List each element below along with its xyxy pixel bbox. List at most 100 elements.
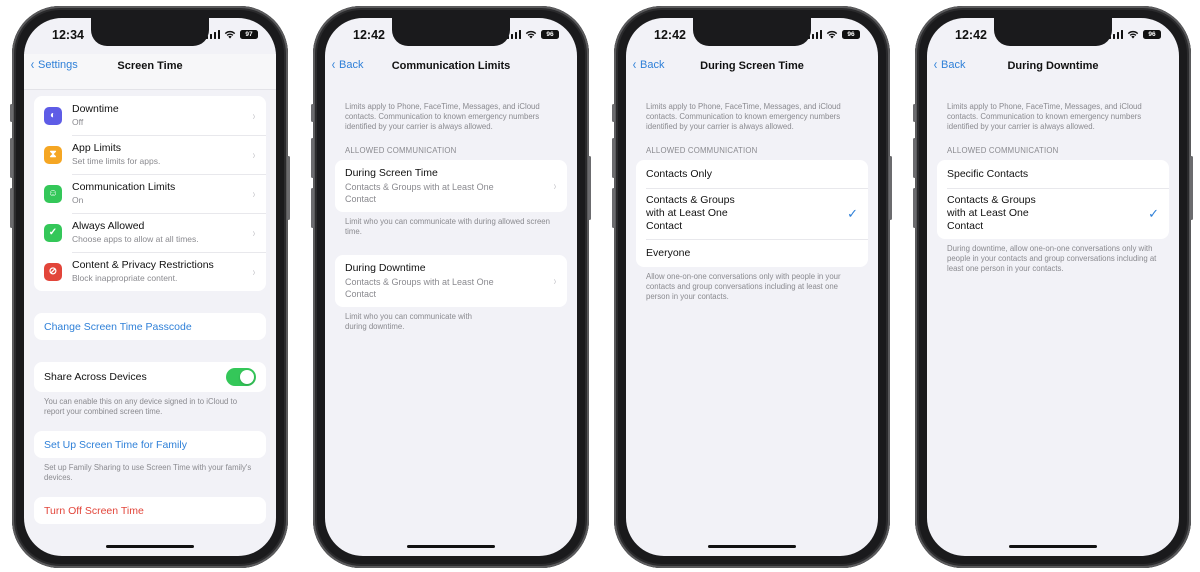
option-contacts-and-groups[interactable]: Contacts & Groups with at Least One Cont…: [937, 188, 1169, 239]
change-passcode-label: Change Screen Time Passcode: [44, 320, 192, 333]
no-entry-icon: ⊘: [44, 262, 62, 281]
family-footnote: Set up Family Sharing to use Screen Time…: [44, 463, 252, 482]
menu-item-app-limits[interactable]: ⧗ App Limits Set time limits for apps. ›: [34, 135, 266, 174]
during-downtime-group: During Downtime Contacts & Groups with a…: [335, 255, 567, 307]
menu-item-content-privacy[interactable]: ⊘ Content & Privacy Restrictions Block i…: [34, 252, 266, 291]
chevron-right-icon: ›: [553, 274, 557, 288]
back-button[interactable]: ‹ Back: [331, 57, 364, 72]
chevron-right-icon: ›: [252, 147, 256, 162]
intro-text: Limits apply to Phone, FaceTime, Message…: [646, 102, 841, 131]
chevron-left-icon: ‹: [933, 56, 938, 73]
navigation-bar: ‹ Back Communication Limits: [325, 54, 577, 82]
row-value: Contacts & Groups with at Least One Cont…: [345, 182, 494, 204]
notch: [693, 18, 811, 46]
menu-item-subtitle: Set time limits for apps.: [72, 156, 161, 166]
option-label: Specific Contacts: [947, 167, 1029, 180]
back-button[interactable]: ‹ Back: [933, 56, 966, 73]
hourglass-icon: ⧗: [44, 145, 62, 164]
during-screen-time-footnote: Limit who you can communicate with durin…: [345, 217, 550, 236]
home-indicator[interactable]: [1009, 545, 1097, 548]
menu-item-downtime[interactable]: ◐ Downtime Off ›: [34, 96, 266, 135]
silent-switch: [10, 104, 13, 122]
back-label: Back: [941, 59, 966, 71]
turn-off-label: Turn Off Screen Time: [44, 504, 144, 517]
turn-off-screen-time-button[interactable]: Turn Off Screen Time: [34, 497, 266, 524]
during-screen-time-row[interactable]: During Screen Time Contacts & Groups wit…: [335, 160, 567, 212]
chevron-right-icon: ›: [252, 264, 256, 279]
menu-item-always-allowed[interactable]: ✓ Always Allowed Choose apps to allow at…: [34, 213, 266, 252]
share-across-devices-row: Share Across Devices: [34, 362, 266, 392]
volume-up-button: [612, 138, 615, 178]
silent-switch: [913, 104, 916, 122]
menu-item-title: Content & Privacy Restrictions: [72, 259, 214, 271]
volume-down-button: [10, 188, 13, 228]
checkmark-icon: ✓: [847, 205, 858, 221]
screen: 12:42 96 ‹ Back Communication Limits Lim…: [325, 18, 577, 556]
side-button: [287, 156, 290, 220]
silent-switch: [311, 104, 314, 122]
allowed-communication-options: Contacts Only Contacts & Groups with at …: [636, 160, 868, 267]
section-header: ALLOWED COMMUNICATION: [646, 146, 758, 155]
menu-item-title: Communication Limits: [72, 181, 176, 193]
status-time: 12:42: [955, 28, 987, 42]
change-passcode-button[interactable]: Change Screen Time Passcode: [34, 313, 266, 340]
family-setup-button[interactable]: Set Up Screen Time for Family: [34, 431, 266, 458]
share-group: Share Across Devices: [34, 362, 266, 392]
back-button[interactable]: ‹ Back: [632, 57, 665, 72]
phone-screen-time: 12:34 97 ‹ Settings Screen Time ◐ Downti…: [10, 6, 290, 568]
wifi-icon: [224, 30, 236, 39]
menu-item-subtitle: On: [72, 195, 84, 205]
volume-up-button: [10, 138, 13, 178]
phone-during-screen-time: 12:42 96 ‹ Back During Screen Time Limit…: [612, 6, 892, 568]
volume-up-button: [913, 138, 916, 178]
option-label: Contacts & Groups with at Least One Cont…: [947, 194, 1036, 232]
volume-up-button: [311, 138, 314, 178]
notch: [91, 18, 209, 46]
side-button: [889, 156, 892, 220]
family-setup-label: Set Up Screen Time for Family: [44, 438, 187, 451]
navigation-bar: ‹ Back During Screen Time: [626, 54, 878, 82]
menu-item-communication-limits[interactable]: ☺ Communication Limits On ›: [34, 174, 266, 213]
chevron-right-icon: ›: [252, 108, 256, 123]
chevron-right-icon: ›: [252, 186, 256, 201]
volume-down-button: [913, 188, 916, 228]
during-downtime-row[interactable]: During Downtime Contacts & Groups with a…: [335, 255, 567, 307]
screen: 12:42 96 ‹ Back During Screen Time Limit…: [626, 18, 878, 556]
menu-item-subtitle: Off: [72, 117, 84, 127]
wifi-icon: [826, 30, 838, 39]
notch: [392, 18, 510, 46]
status-time: 12:34: [52, 28, 84, 42]
wifi-icon: [525, 30, 537, 39]
side-button: [1190, 156, 1193, 220]
share-across-devices-toggle[interactable]: [226, 368, 256, 386]
option-contacts-and-groups[interactable]: Contacts & Groups with at Least One Cont…: [636, 188, 868, 239]
row-title: During Screen Time: [345, 167, 438, 179]
passcode-group: Change Screen Time Passcode: [34, 313, 266, 340]
option-contacts-only[interactable]: Contacts Only: [636, 160, 868, 188]
side-button: [588, 156, 591, 220]
allowed-communication-options: Specific Contacts Contacts & Groups with…: [937, 160, 1169, 239]
during-screen-time-group: During Screen Time Contacts & Groups wit…: [335, 160, 567, 212]
home-indicator[interactable]: [407, 545, 495, 548]
home-indicator[interactable]: [708, 545, 796, 548]
share-across-devices-label: Share Across Devices: [44, 370, 147, 383]
back-button[interactable]: ‹ Settings: [30, 57, 78, 72]
home-indicator[interactable]: [106, 545, 194, 548]
option-label: Everyone: [646, 246, 691, 259]
option-label: Contacts Only: [646, 167, 712, 180]
checkmark-shield-icon: ✓: [44, 223, 62, 242]
family-group: Set Up Screen Time for Family: [34, 431, 266, 458]
screen-time-menu: ◐ Downtime Off › ⧗ App Limits Set time l…: [34, 96, 266, 291]
option-specific-contacts[interactable]: Specific Contacts: [937, 160, 1169, 188]
chevron-right-icon: ›: [553, 179, 557, 193]
status-time: 12:42: [654, 28, 686, 42]
options-footnote: Allow one-on-one conversations only with…: [646, 272, 841, 301]
options-footnote: During downtime, allow one-on-one conver…: [947, 244, 1157, 273]
screen: 12:34 97 ‹ Settings Screen Time ◐ Downti…: [24, 18, 276, 556]
row-value: Contacts & Groups with at Least One Cont…: [345, 277, 494, 299]
battery-icon: 97: [240, 30, 258, 39]
section-header: ALLOWED COMMUNICATION: [345, 146, 457, 155]
volume-down-button: [311, 188, 314, 228]
option-everyone[interactable]: Everyone: [636, 239, 868, 267]
menu-item-title: Always Allowed: [72, 220, 145, 232]
